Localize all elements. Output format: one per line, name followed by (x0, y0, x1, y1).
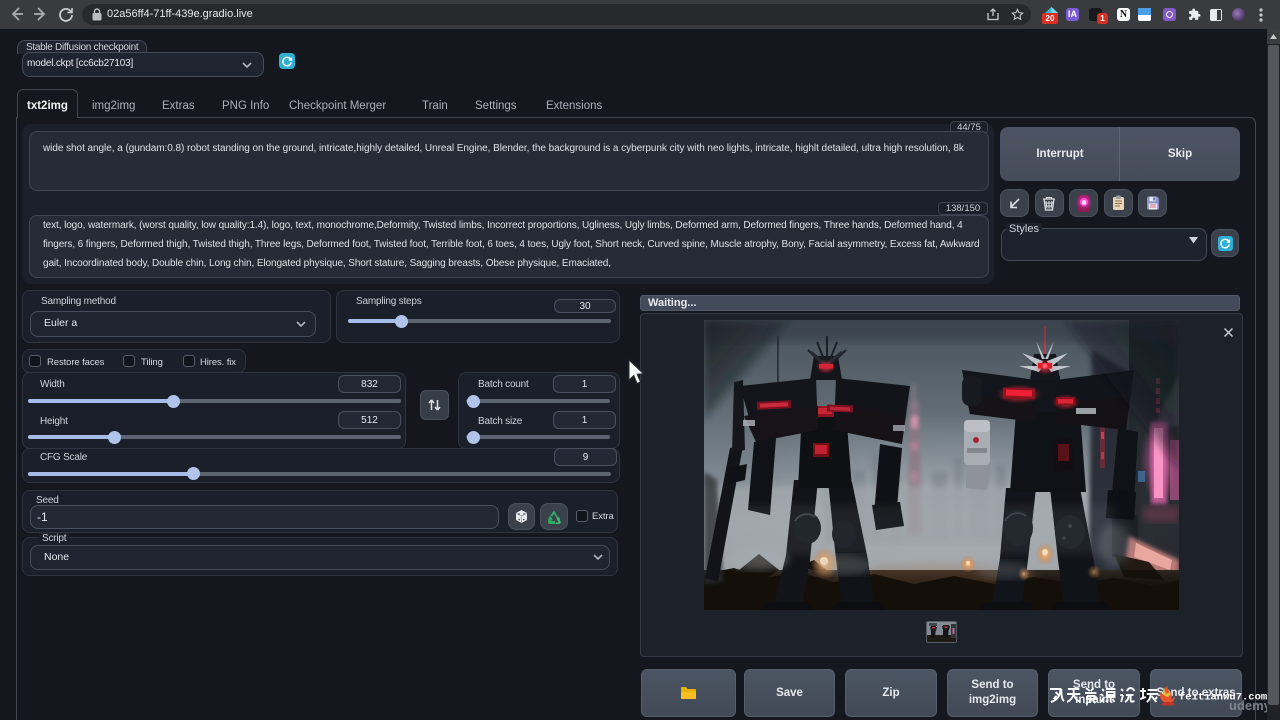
svg-text:feitianwu7.com: feitianwu7.com (1179, 692, 1267, 704)
